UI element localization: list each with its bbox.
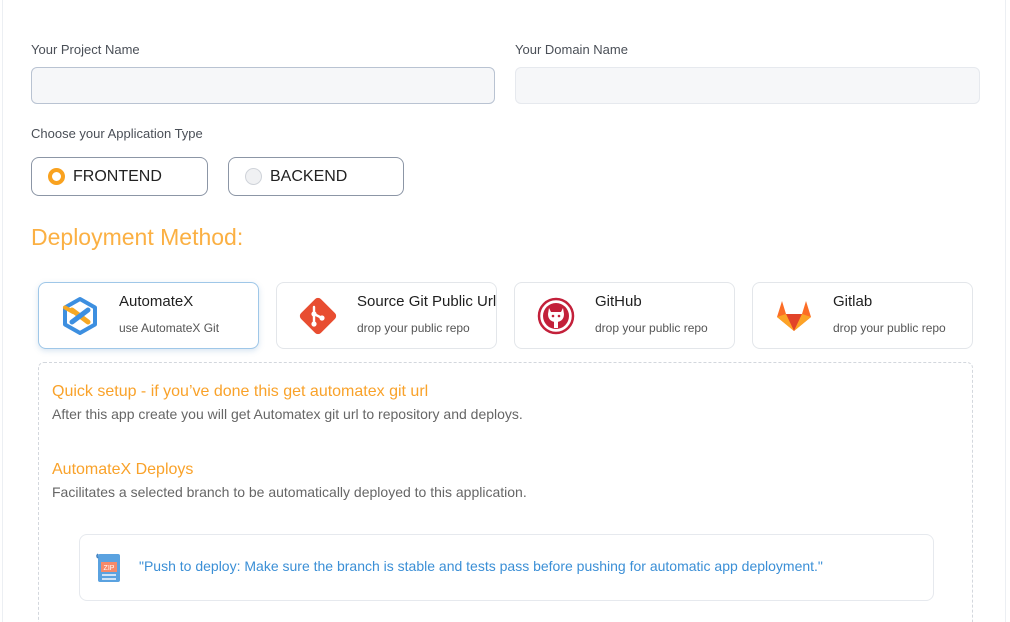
project-name-input[interactable]	[31, 67, 495, 104]
push-to-deploy-note: ZIP "Push to deploy: Make sure the branc…	[79, 534, 934, 601]
method-title: Gitlab	[833, 293, 873, 310]
deployment-method-title: Deployment Method:	[31, 224, 244, 250]
domain-name-input[interactable]	[515, 67, 980, 104]
radio-label: FRONTEND	[73, 167, 162, 185]
automatex-logo-icon	[63, 297, 97, 335]
method-subtitle: drop your public repo	[595, 321, 708, 335]
method-card-automatex[interactable]: AutomateX use AutomateX Git	[38, 282, 259, 349]
quick-setup-heading: Quick setup - if you’ve done this get au…	[52, 383, 429, 400]
form-panel: Your Project Name Your Domain Name Choos…	[2, 0, 1006, 622]
method-card-gitlab[interactable]: Gitlab drop your public repo	[752, 282, 973, 349]
radio-label: BACKEND	[270, 167, 348, 185]
method-card-github[interactable]: GitHub drop your public repo	[514, 282, 735, 349]
zip-icon-label: ZIP	[104, 565, 115, 572]
app-type-frontend-radio[interactable]: FRONTEND	[31, 157, 208, 196]
radio-unchecked-icon	[245, 168, 262, 185]
method-subtitle: drop your public repo	[833, 321, 946, 335]
deploys-text: Facilitates a selected branch to be auto…	[52, 484, 527, 500]
github-logo-icon	[537, 297, 575, 335]
deploys-heading: AutomateX Deploys	[52, 461, 194, 478]
app-type-backend-radio[interactable]: BACKEND	[228, 157, 404, 196]
radio-checked-icon	[48, 168, 65, 185]
domain-name-label: Your Domain Name	[515, 42, 628, 57]
app-type-label: Choose your Application Type	[31, 126, 203, 141]
method-subtitle: use AutomateX Git	[119, 321, 220, 335]
push-to-deploy-text: "Push to deploy: Make sure the branch is…	[139, 558, 823, 574]
project-name-label: Your Project Name	[31, 42, 140, 57]
deployment-info-panel: Quick setup - if you’ve done this get au…	[38, 362, 973, 622]
method-subtitle: drop your public repo	[357, 321, 470, 335]
method-title: GitHub	[595, 293, 642, 310]
quick-setup-text: After this app create you will get Autom…	[52, 406, 523, 422]
method-title: AutomateX	[119, 293, 194, 310]
git-logo-icon	[299, 297, 337, 335]
method-title: Source Git Public Url	[357, 293, 497, 310]
method-card-source-git[interactable]: Source Git Public Url drop your public r…	[276, 282, 497, 349]
zip-file-icon: ZIP	[96, 553, 120, 582]
gitlab-logo-icon	[777, 301, 811, 331]
